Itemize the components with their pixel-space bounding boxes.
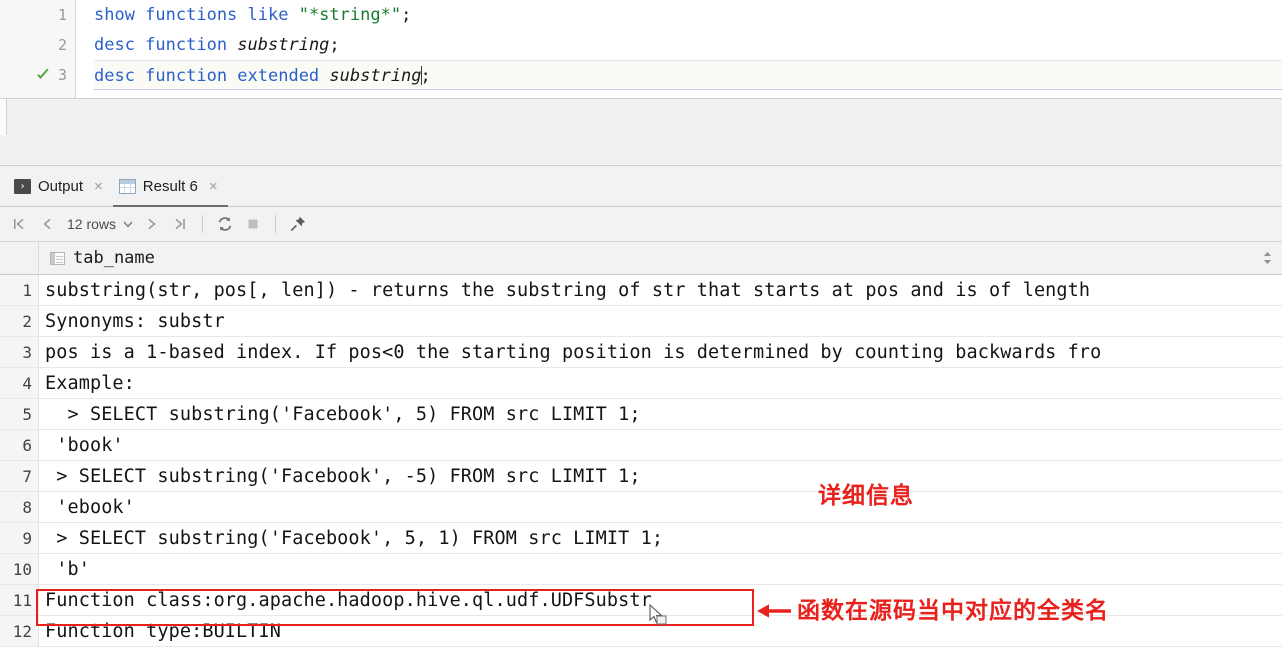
cell-tab-name[interactable]: Example: xyxy=(39,368,1282,398)
results-tab-bar: › Output × Result 6 × xyxy=(0,166,1282,207)
stop-button[interactable] xyxy=(240,211,266,237)
prev-page-button[interactable] xyxy=(34,211,60,237)
code-line-2[interactable]: desc function substring; xyxy=(94,30,1282,60)
code-token-string: "*string*" xyxy=(298,5,402,25)
cell-tab-name[interactable]: > SELECT substring('Facebook', 5) FROM s… xyxy=(39,399,1282,429)
row-number: 8 xyxy=(0,492,39,522)
result-grid-body[interactable]: 1 substring(str, pos[, len]) - returns t… xyxy=(0,275,1282,656)
first-page-icon xyxy=(14,218,24,230)
gutter-line: 3 xyxy=(0,60,75,90)
table-row[interactable]: 5 > SELECT substring('Facebook', 5) FROM… xyxy=(0,399,1282,430)
pin-icon xyxy=(290,216,306,232)
row-number: 6 xyxy=(0,430,39,460)
stop-icon xyxy=(248,219,258,229)
editor-gutter: 1 2 3 xyxy=(0,0,76,98)
row-number: 3 xyxy=(0,337,39,367)
result-grid-header: tab_name xyxy=(0,241,1282,275)
table-grid-icon xyxy=(118,178,136,194)
table-row[interactable]: 7 > SELECT substring('Facebook', -5) FRO… xyxy=(0,461,1282,492)
table-row[interactable]: 12 Function type:BUILTIN xyxy=(0,616,1282,647)
row-number: 2 xyxy=(0,306,39,336)
cell-tab-name[interactable]: > SELECT substring('Facebook', -5) FROM … xyxy=(39,461,1282,491)
close-icon[interactable]: × xyxy=(209,179,218,194)
table-row[interactable]: 2 Synonyms: substr xyxy=(0,306,1282,337)
table-row[interactable]: 4 Example: xyxy=(0,368,1282,399)
column-header-tab-name[interactable]: tab_name xyxy=(39,242,1252,275)
editor-spacer-panel xyxy=(0,99,1282,166)
line-number: 2 xyxy=(57,36,67,54)
rows-count-dropdown[interactable]: 12 rows xyxy=(62,216,137,232)
sort-indicator[interactable] xyxy=(1252,251,1282,265)
row-number-header xyxy=(0,241,39,275)
code-line-3[interactable]: desc function extended substring; xyxy=(94,60,1282,90)
code-token-keyword: show functions like xyxy=(94,5,299,25)
cell-tab-name[interactable]: Function class:org.apache.hadoop.hive.ql… xyxy=(39,585,1282,615)
chevron-left-icon xyxy=(43,218,51,230)
toolbar-divider xyxy=(275,215,277,233)
toolbar-divider xyxy=(202,215,204,233)
chevron-right-icon xyxy=(148,218,156,230)
row-number: 1 xyxy=(0,275,39,305)
cell-tab-name[interactable]: 'book' xyxy=(39,430,1282,460)
table-row[interactable]: 11 Function class:org.apache.hadoop.hive… xyxy=(0,585,1282,616)
cell-tab-name[interactable]: Function type:BUILTIN xyxy=(39,616,1282,646)
code-token-identifier: substring xyxy=(329,66,422,86)
table-row[interactable]: 9 > SELECT substring('Facebook', 5, 1) F… xyxy=(0,523,1282,554)
sort-arrows-icon xyxy=(1263,252,1271,264)
cell-tab-name[interactable]: substring(str, pos[, len]) - returns the… xyxy=(39,275,1282,305)
rows-count-label: 12 rows xyxy=(67,216,117,232)
refresh-icon xyxy=(218,217,232,231)
gutter-line: 1 xyxy=(0,0,75,30)
table-row[interactable]: 3 pos is a 1-based index. If pos<0 the s… xyxy=(0,337,1282,368)
tab-label: Output xyxy=(38,177,84,195)
row-number: 11 xyxy=(0,585,39,615)
row-number: 10 xyxy=(0,554,39,584)
close-icon[interactable]: × xyxy=(94,179,103,194)
code-token-keyword: desc function extended xyxy=(94,66,330,86)
result-toolbar: 12 rows xyxy=(0,207,1282,242)
ide-query-console: 1 2 3 show functions like "*string*"; de… xyxy=(0,0,1282,656)
chevron-down-icon xyxy=(123,221,133,228)
table-row[interactable]: 6 'book' xyxy=(0,430,1282,461)
cell-tab-name[interactable]: pos is a 1-based index. If pos<0 the sta… xyxy=(39,337,1282,367)
row-number: 7 xyxy=(0,461,39,491)
cell-tab-name[interactable]: 'b' xyxy=(39,554,1282,584)
column-type-icon xyxy=(50,251,65,265)
table-row[interactable]: 8 'ebook' xyxy=(0,492,1282,523)
code-token-punct: ; xyxy=(329,35,340,55)
console-output-icon: › xyxy=(14,178,31,194)
pin-button[interactable] xyxy=(285,211,311,237)
cell-tab-name[interactable]: > SELECT substring('Facebook', 5, 1) FRO… xyxy=(39,523,1282,553)
row-number: 12 xyxy=(0,616,39,646)
cell-tab-name[interactable]: Synonyms: substr xyxy=(39,306,1282,336)
tab-label: Result 6 xyxy=(142,177,198,195)
code-token-identifier: substring xyxy=(237,35,330,55)
last-page-icon xyxy=(175,218,185,230)
code-token-punct: ; xyxy=(401,5,412,25)
table-row[interactable]: 10 'b' xyxy=(0,554,1282,585)
tab-result-6[interactable]: Result 6 × xyxy=(112,166,228,207)
code-token-punct: ; xyxy=(420,66,431,86)
check-mark-icon xyxy=(37,68,49,79)
row-number: 5 xyxy=(0,399,39,429)
refresh-button[interactable] xyxy=(212,211,238,237)
code-line-1[interactable]: show functions like "*string*"; xyxy=(94,0,1282,30)
code-token-keyword: desc function xyxy=(94,35,238,55)
line-number: 1 xyxy=(57,6,67,24)
column-header-label: tab_name xyxy=(73,248,155,268)
cell-tab-name[interactable]: 'ebook' xyxy=(39,492,1282,522)
tab-output[interactable]: › Output × xyxy=(8,166,113,207)
sql-editor[interactable]: 1 2 3 show functions like "*string*"; de… xyxy=(0,0,1282,99)
row-number: 9 xyxy=(0,523,39,553)
last-page-button[interactable] xyxy=(167,211,193,237)
row-number: 4 xyxy=(0,368,39,398)
editor-code-area[interactable]: show functions like "*string*"; desc fun… xyxy=(76,0,1282,98)
next-page-button[interactable] xyxy=(139,211,165,237)
first-page-button[interactable] xyxy=(6,211,32,237)
gutter-line: 2 xyxy=(0,30,75,60)
table-row[interactable]: 1 substring(str, pos[, len]) - returns t… xyxy=(0,275,1282,306)
